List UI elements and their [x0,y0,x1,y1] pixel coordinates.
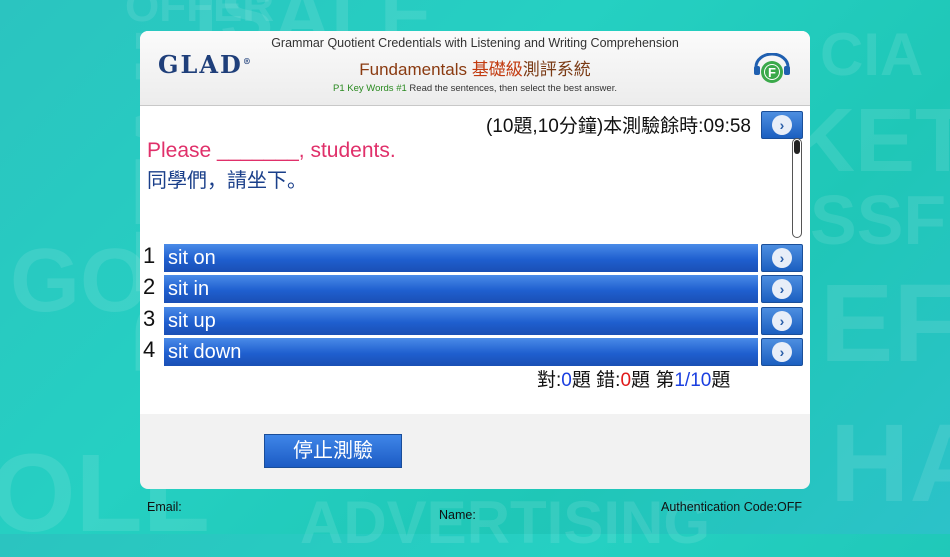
option-number: 1 [143,243,156,268]
background-word: SSFU [810,181,950,259]
header-subtitle: Fundamentals 基礎級測評系統 [140,55,810,80]
question-chinese: 同學們，請坐下。 [147,170,307,192]
option-number: 3 [143,306,156,331]
option-select-button[interactable]: › [761,275,803,303]
progress-current: 1 [674,370,685,391]
authentication-code-label: Authentication Code:OFF [661,500,803,514]
scrollbar-thumb[interactable] [794,140,800,154]
background-word: EF [820,262,950,385]
stop-test-button[interactable]: 停止測驗 [264,434,402,468]
next-arrow-button[interactable]: › [761,111,803,139]
correct-unit: 題 [571,370,591,391]
email-label: Email: [147,500,182,514]
header: GLAD® Grammar Quotient Credentials with … [140,31,810,106]
chevron-right-icon: › [772,279,792,299]
progress-label: 第 [655,370,675,391]
chevron-right-icon: › [772,311,792,331]
background-word: OFFER [125,0,275,31]
option-button[interactable]: sit in [164,275,758,303]
f-certificate-icon: F [752,52,792,87]
timer-text: (10題,10分鐘)本測驗餘時:09:58 [485,116,751,137]
question-area: (10題,10分鐘)本測驗餘時:09:58 › Please _______, … [140,106,810,414]
background-word: HA [830,402,950,525]
correct-label: 對: [537,370,562,391]
option-select-button[interactable]: › [761,338,803,366]
name-label: Name: [439,508,476,522]
background-word: KET [790,91,950,191]
subtitle-cn-level: 基礎級 [471,60,523,79]
wrong-label: 錯: [596,370,621,391]
background-word: CIA [820,21,924,88]
chevron-right-icon: › [772,342,792,362]
progress-unit: 題 [711,370,731,391]
wrong-unit: 題 [631,370,651,391]
option-button[interactable]: sit down [164,338,758,366]
chevron-right-icon: › [772,115,792,135]
option-number: 4 [143,337,156,362]
correct-count: 0 [561,370,572,391]
subtitle-cn-system: 測評系統 [522,60,591,79]
option-number: 2 [143,274,156,299]
wrong-count: 0 [620,370,632,391]
instructions: P1 Key Words #1 Read the sentences, then… [140,83,810,94]
option-select-button[interactable]: › [761,244,803,272]
score-summary: 對:0題 錯:0題 第1/10題 [537,365,730,392]
option-select-button[interactable]: › [761,307,803,335]
header-title: Grammar Quotient Credentials with Listen… [271,36,679,50]
question-scrollbar[interactable] [792,138,802,238]
option-button[interactable]: sit on [164,244,758,272]
option-button[interactable]: sit up [164,307,758,335]
question-english: Please _______, students. [147,139,396,162]
background-word: GO [10,231,151,331]
progress-total: 10 [690,370,712,391]
instruction-key: P1 Key Words #1 [333,83,407,94]
subtitle-en: Fundamentals [359,60,467,79]
instruction-text: Read the sentences, then select the best… [409,83,617,94]
svg-text:F: F [768,65,776,80]
background-word: ADVERTISING [300,489,711,556]
quiz-card: GLAD® Grammar Quotient Credentials with … [140,31,810,489]
chevron-right-icon: › [772,248,792,268]
